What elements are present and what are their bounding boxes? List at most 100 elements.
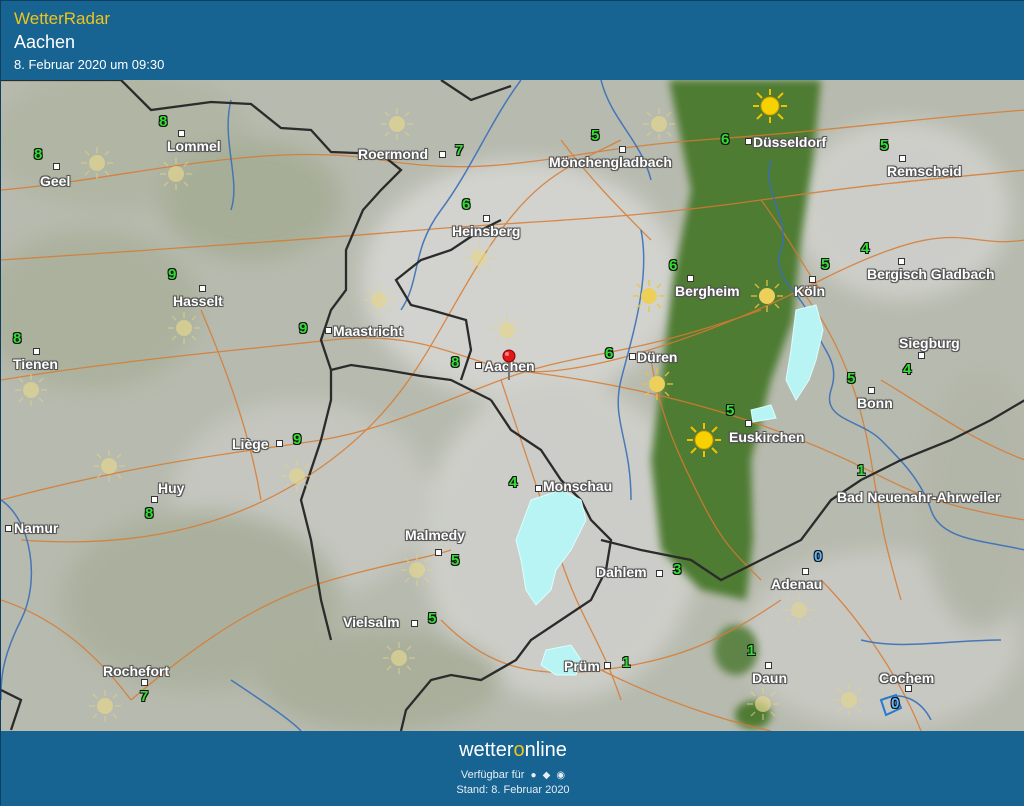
availability-note: Verfügbar für ● ◆ ◉ (1, 769, 1024, 781)
city-label-roermond[interactable]: Roermond (358, 146, 428, 162)
brand-o: o (513, 739, 525, 761)
radar-map[interactable]: Lommel Geel Roermond Mönchengladbach Düs… (1, 80, 1024, 731)
city-marker (535, 485, 542, 492)
temperature-value: 1 (747, 642, 756, 659)
city-marker (899, 155, 906, 162)
brand-logo[interactable]: wetteronline (1, 739, 1024, 762)
city-marker (435, 549, 442, 556)
city-label-maastricht[interactable]: Maastricht (333, 323, 403, 339)
city-label-koeln[interactable]: Köln (794, 283, 825, 299)
sun-icon (747, 688, 779, 720)
brand-part: nline (524, 739, 567, 761)
city-label-heinsberg[interactable]: Heinsberg (452, 223, 520, 239)
footer: wetteronline Verfügbar für ● ◆ ◉ Stand: … (1, 731, 1024, 806)
city-marker (809, 276, 816, 283)
city-marker (765, 662, 772, 669)
city-label-remscheid[interactable]: Remscheid (887, 163, 962, 179)
city-marker (5, 525, 12, 532)
city-marker (687, 275, 694, 282)
city-label-dahlem[interactable]: Dahlem (596, 564, 647, 580)
city-label-rochefort[interactable]: Rochefort (103, 663, 169, 679)
windows-icon[interactable]: ◉ (556, 770, 565, 781)
temperature-value: 8 (451, 354, 460, 371)
sun-icon (687, 423, 721, 457)
sun-icon (160, 158, 192, 190)
temperature-value: 0 (814, 548, 823, 565)
city-label-liege[interactable]: Liège (232, 436, 269, 452)
city-label-bergisch-gladbach[interactable]: Bergisch Gladbach (867, 266, 995, 282)
sun-icon (783, 594, 815, 626)
city-label-bergheim[interactable]: Bergheim (675, 283, 740, 299)
temperature-value: 6 (462, 196, 471, 213)
sun-icon (753, 89, 787, 123)
city-marker (629, 353, 636, 360)
data-stand: Stand: 8. Februar 2020 (456, 784, 570, 796)
city-marker (802, 568, 809, 575)
apple-icon[interactable]: ◆ (543, 770, 551, 781)
city-label-namur[interactable]: Namur (14, 520, 58, 536)
sun-icon (15, 374, 47, 406)
city-label-moenchengladbach[interactable]: Mönchengladbach (549, 154, 672, 170)
city-label-adenau[interactable]: Adenau (771, 576, 822, 592)
sun-icon (81, 147, 113, 179)
city-label-cochem[interactable]: Cochem (879, 670, 934, 686)
location-name: Aachen (14, 32, 76, 52)
sun-icon (643, 108, 675, 140)
city-marker (141, 679, 148, 686)
city-label-tienen[interactable]: Tienen (13, 356, 58, 372)
temperature-value: 5 (428, 610, 437, 627)
header: WetterRadar Aachen 8. Februar 2020 um 09… (1, 1, 1024, 80)
sun-icon (89, 690, 121, 722)
city-label-dueren[interactable]: Düren (637, 349, 677, 365)
city-label-huy[interactable]: Huy (158, 480, 184, 496)
temperature-value: 6 (669, 257, 678, 274)
sun-icon (93, 450, 125, 482)
temperature-value: 6 (721, 131, 730, 148)
city-marker (325, 327, 332, 334)
red-pin-icon[interactable] (502, 349, 516, 381)
radar-timestamp: 8. Februar 2020 um 09:30 (14, 57, 165, 72)
city-label-siegburg[interactable]: Siegburg (899, 335, 960, 351)
temperature-value: 5 (591, 127, 600, 144)
city-label-duesseldorf[interactable]: Düsseldorf (753, 134, 826, 150)
temperature-value: 5 (821, 256, 830, 273)
android-icon[interactable]: ● (531, 770, 537, 781)
temperature-value: 5 (451, 552, 460, 569)
app-frame: WetterRadar Aachen 8. Februar 2020 um 09… (0, 0, 1024, 806)
city-marker (745, 138, 752, 145)
city-marker (439, 151, 446, 158)
city-marker (199, 285, 206, 292)
city-marker (745, 420, 752, 427)
temperature-value: 9 (299, 320, 308, 337)
city-label-pruem[interactable]: Prüm (564, 658, 600, 674)
city-marker (918, 352, 925, 359)
sun-icon (401, 554, 433, 586)
city-label-hasselt[interactable]: Hasselt (173, 293, 223, 309)
city-marker (604, 662, 611, 669)
city-label-daun[interactable]: Daun (752, 670, 787, 686)
sun-icon (383, 642, 415, 674)
temperature-value: 8 (145, 505, 154, 522)
city-label-bonn[interactable]: Bonn (857, 395, 893, 411)
temperature-value: 1 (857, 462, 866, 479)
temperature-value: 1 (622, 654, 631, 671)
availability-label: Verfügbar für (460, 769, 525, 781)
city-label-monschau[interactable]: Monschau (543, 478, 612, 494)
city-marker (33, 348, 40, 355)
sun-icon (751, 280, 783, 312)
city-label-malmedy[interactable]: Malmedy (405, 527, 465, 543)
city-label-bad-neuenahr-ahrweiler[interactable]: Bad Neuenahr-Ahrweiler (837, 489, 1000, 505)
city-label-vielsalm[interactable]: Vielsalm (343, 614, 400, 630)
temperature-value: 3 (673, 561, 682, 578)
city-label-geel[interactable]: Geel (40, 173, 70, 189)
sun-icon (833, 684, 865, 716)
temperature-value: 8 (159, 113, 168, 130)
temperature-value: 6 (605, 345, 614, 362)
temperature-value: 9 (293, 431, 302, 448)
city-marker (411, 620, 418, 627)
city-label-euskirchen[interactable]: Euskirchen (729, 429, 804, 445)
city-label-lommel[interactable]: Lommel (167, 138, 221, 154)
sun-icon (363, 284, 395, 316)
city-marker (475, 362, 482, 369)
sun-icon (281, 460, 313, 492)
